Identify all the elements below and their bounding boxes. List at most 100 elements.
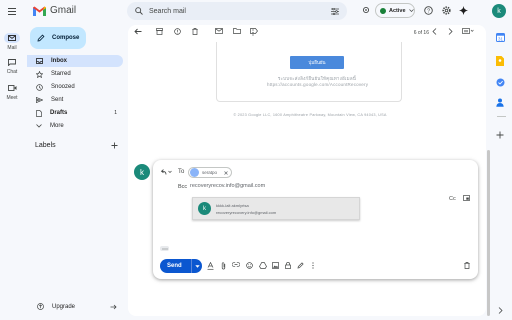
nav-item-inbox[interactable]: Inbox xyxy=(27,55,123,67)
more-options-icon[interactable] xyxy=(312,262,314,269)
svg-text:?: ? xyxy=(427,9,430,15)
mark-unread-icon[interactable] xyxy=(215,28,223,34)
pencil-icon xyxy=(37,34,45,42)
show-trimmed-content-button[interactable] xyxy=(160,246,169,251)
compose-button[interactable]: Compose xyxy=(30,27,86,49)
nav-item-more[interactable]: More xyxy=(27,120,123,132)
main-menu-icon[interactable] xyxy=(8,8,16,15)
confidential-lock-icon[interactable] xyxy=(285,262,291,269)
chat-icon xyxy=(8,58,16,66)
settings-gear-icon[interactable] xyxy=(442,6,451,15)
star-icon xyxy=(36,70,43,78)
rail-item-label: Mail xyxy=(7,45,17,51)
newer-chevron-icon[interactable] xyxy=(432,28,437,35)
move-to-icon[interactable] xyxy=(233,28,241,34)
text-format-icon[interactable] xyxy=(207,262,214,270)
search-icon[interactable] xyxy=(135,7,143,15)
send-icon xyxy=(36,97,43,103)
labels-heading: Labels xyxy=(35,142,56,149)
get-addons-icon[interactable] xyxy=(496,131,504,139)
nav-item-starred[interactable]: Starred xyxy=(27,68,123,80)
left-rail: Mail Chat Meet xyxy=(0,0,24,320)
rail-item-mail[interactable]: Mail xyxy=(0,33,24,51)
nav-item-snoozed[interactable]: Snoozed xyxy=(27,81,123,93)
chevron-down-icon xyxy=(408,9,414,12)
report-spam-icon[interactable] xyxy=(174,28,181,35)
drive-icon[interactable] xyxy=(259,262,267,269)
upgrade-button[interactable]: Upgrade xyxy=(37,303,117,310)
recipient-name: seratpo xyxy=(202,170,218,175)
clock-icon xyxy=(36,83,43,91)
gmail-logo[interactable]: Gmail xyxy=(33,5,76,16)
filter-icon[interactable] xyxy=(331,7,339,15)
nav-item-label: Inbox xyxy=(51,58,67,64)
schedule-send-chevron-icon[interactable] xyxy=(192,264,202,268)
remove-recipient-icon[interactable] xyxy=(224,170,228,175)
mail-icon xyxy=(8,35,16,41)
search-bar[interactable]: Search mail xyxy=(127,2,347,20)
nav-item-label: Starred xyxy=(51,71,71,77)
email-line-1: ระบบจะส่งลิงก์ยืนยันให้คุณทางอีเมลนี้ xyxy=(277,76,357,81)
compose-label: Compose xyxy=(52,35,80,41)
email-footer: © 2023 Google LLC, 1600 Amphitheatre Par… xyxy=(233,113,387,117)
calendar-app-icon[interactable]: 31 xyxy=(496,33,505,42)
send-label: Send xyxy=(167,263,182,269)
rail-item-chat[interactable]: Chat xyxy=(0,57,24,75)
help-icon[interactable]: ? xyxy=(424,6,433,15)
recipient-avatar xyxy=(190,168,199,177)
suggestion-email: recoveryrecovery.info@gmail.com xyxy=(216,210,277,215)
attach-icon[interactable] xyxy=(221,262,226,270)
rail-item-label: Meet xyxy=(6,95,18,101)
video-icon xyxy=(7,85,17,91)
older-chevron-icon[interactable] xyxy=(448,28,453,35)
suggestion-avatar: k xyxy=(198,202,211,215)
to-label: To xyxy=(178,169,185,175)
email-confirm-button[interactable]: ปุ่มยืนยัน xyxy=(290,56,344,69)
input-tools-icon[interactable] xyxy=(462,28,474,34)
nav-item-label: Drafts xyxy=(50,110,68,116)
status-settings-icon[interactable] xyxy=(362,6,370,14)
nav-item-label: More xyxy=(50,123,64,129)
signature-pen-icon[interactable] xyxy=(297,262,304,269)
discard-draft-icon[interactable] xyxy=(464,262,470,269)
popout-icon[interactable] xyxy=(463,195,470,201)
archive-icon[interactable] xyxy=(156,28,163,35)
send-button[interactable]: Send xyxy=(160,259,202,273)
rail-item-meet[interactable]: Meet xyxy=(0,83,24,101)
gemini-sparkle-icon[interactable] xyxy=(459,6,468,15)
cc-toggle[interactable]: Cc xyxy=(449,196,456,202)
contacts-app-icon[interactable] xyxy=(496,98,504,107)
status-selector[interactable]: Active xyxy=(375,3,415,18)
arrow-right-icon xyxy=(110,304,117,310)
back-arrow-icon[interactable] xyxy=(134,28,142,35)
more-vert-icon[interactable] xyxy=(252,29,254,36)
recipient-chip[interactable]: seratpo xyxy=(188,167,232,178)
svg-text:31: 31 xyxy=(498,37,504,42)
contact-suggestion[interactable]: k kkkk-lalt akmlyrtsa recoveryrecovery.i… xyxy=(192,197,360,220)
keep-app-icon[interactable] xyxy=(496,56,504,66)
insert-link-icon[interactable] xyxy=(232,262,240,267)
chevron-down-icon xyxy=(36,124,42,128)
draft-icon xyxy=(36,109,42,117)
delete-icon[interactable] xyxy=(192,28,198,35)
status-label: Active xyxy=(389,7,406,14)
add-label-icon[interactable] xyxy=(111,142,118,149)
collapse-side-panel-icon[interactable] xyxy=(498,307,503,314)
account-avatar[interactable]: k xyxy=(492,4,506,18)
emoji-icon[interactable] xyxy=(246,262,253,269)
suggestion-name: kkkk-lalt akmlyrtsa xyxy=(216,203,249,208)
insert-photo-icon[interactable] xyxy=(272,262,279,269)
nav-item-drafts[interactable]: Drafts 1 xyxy=(27,107,123,119)
sender-avatar: k xyxy=(134,164,150,180)
message-scrollbar[interactable] xyxy=(487,150,490,316)
tasks-app-icon[interactable] xyxy=(496,78,505,87)
nav-item-sent[interactable]: Sent xyxy=(27,94,123,106)
bcc-input[interactable]: recoveryrecov.info@gmail.com xyxy=(190,183,265,189)
nav-item-label: Sent xyxy=(51,97,64,103)
drafts-count: 1 xyxy=(114,110,117,116)
inbox-icon xyxy=(36,58,43,64)
status-dot xyxy=(380,7,386,14)
upgrade-icon xyxy=(37,303,44,310)
search-input[interactable]: Search mail xyxy=(149,8,325,15)
reply-type-icon[interactable] xyxy=(160,169,172,175)
